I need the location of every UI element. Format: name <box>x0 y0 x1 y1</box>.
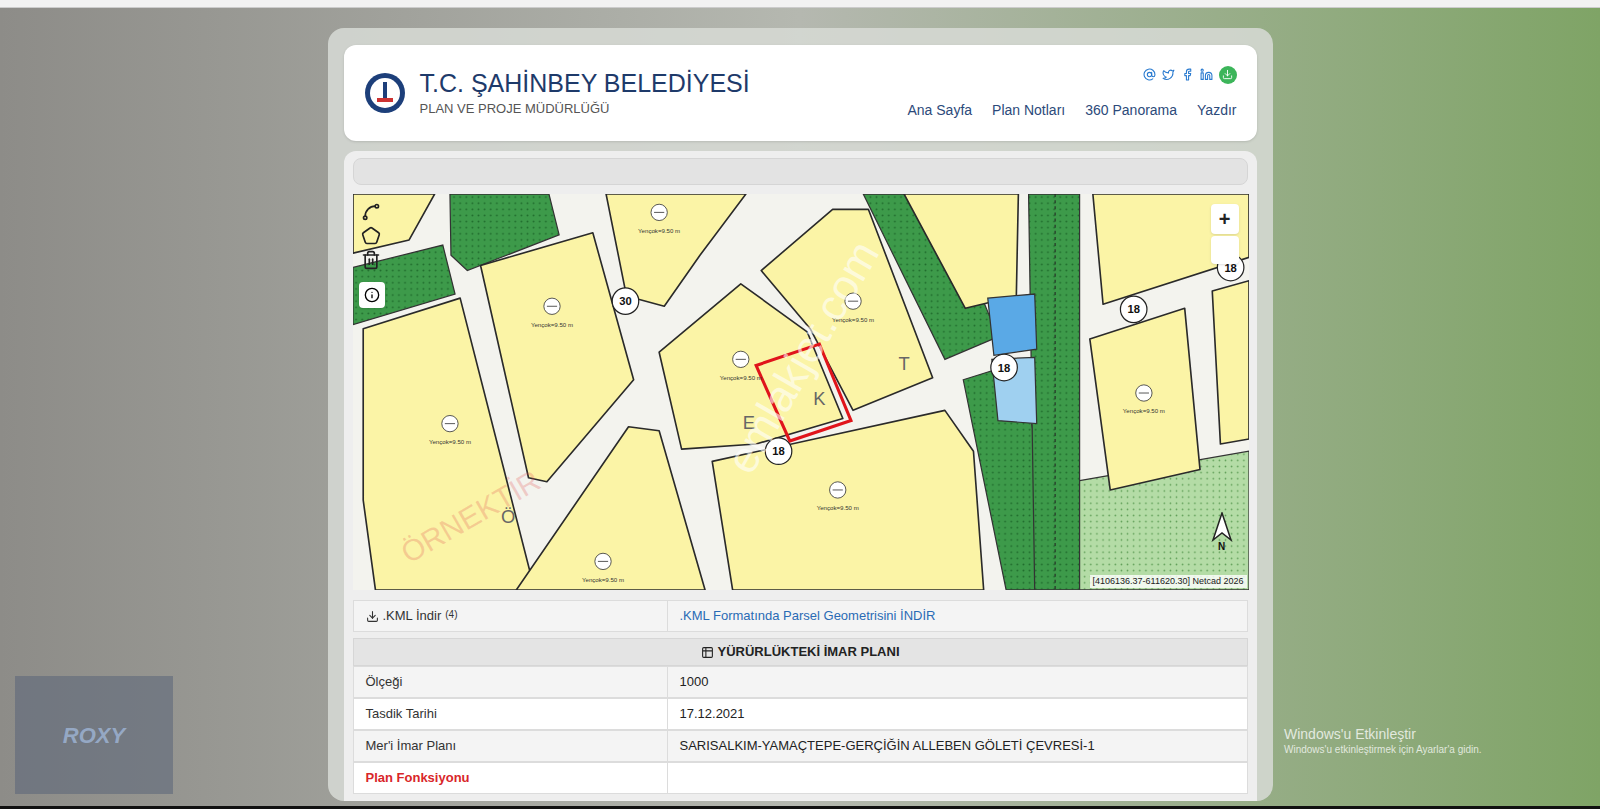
twitter-icon[interactable] <box>1162 68 1175 81</box>
road-width-label: 18 <box>990 354 1017 381</box>
toolbar-bar <box>353 158 1248 185</box>
svg-text:Yençok=9.50 m: Yençok=9.50 m <box>832 316 874 323</box>
road-width-label: 30 <box>612 288 639 315</box>
main-panel: T.C. ŞAHİNBEY BELEDİYESİPLAN VE PROJE MÜ… <box>328 28 1273 801</box>
block-label: Yençok=9.50 m <box>832 293 874 323</box>
nav-link[interactable]: Plan Notları <box>992 100 1065 121</box>
svg-text:Yençok=9.50 m: Yençok=9.50 m <box>1122 407 1164 414</box>
browser-strip <box>0 0 1600 8</box>
block-label: Yençok=9.50 m <box>1122 385 1164 415</box>
nav-link[interactable]: 360 Panorama <box>1085 100 1177 121</box>
residential-block <box>516 427 705 590</box>
residential-block <box>904 194 1018 308</box>
svg-text:Yençok=9.50 m: Yençok=9.50 m <box>581 576 623 583</box>
os-activation-notice: Windows'u EtkinleştirWindows'u etkinleşt… <box>1284 726 1482 756</box>
block-label: Yençok=9.50 m <box>581 553 623 583</box>
street-letter: Ö <box>500 506 514 527</box>
street-letter: E <box>742 412 754 433</box>
svg-text:18: 18 <box>1127 303 1139 315</box>
north-arrow-icon <box>1207 512 1237 542</box>
zoning-map[interactable]: Yençok=9.50 m Yençok=9.50 m Yençok=9.50 m Y… <box>353 194 1249 590</box>
page: T.C. ŞAHİNBEY BELEDİYESİPLAN VE PROJE MÜ… <box>0 0 1600 809</box>
residential-block <box>1089 308 1199 490</box>
svg-text:18: 18 <box>997 362 1009 374</box>
svg-text:30: 30 <box>619 295 631 307</box>
block-label: Yençok=9.50 m <box>719 351 761 381</box>
north-arrow: N <box>1205 512 1239 558</box>
site-subtitle: PLAN VE PROJE MÜDÜRLÜĞÜ <box>420 99 750 119</box>
row-value[interactable]: .KML Formatında Parsel Geometrisini İNDİ… <box>668 601 1247 631</box>
map-canvas[interactable]: Yençok=9.50 m Yençok=9.50 m Yençok=9.50 m Y… <box>353 194 1249 590</box>
table-row: Plan Fonksiyonu <box>353 762 1248 794</box>
svg-text:Yençok=9.50 m: Yençok=9.50 m <box>719 374 761 381</box>
table-row: Mer'i İmar PlanıSARISALKIM-YAMAÇTEPE-GER… <box>353 730 1248 762</box>
table-icon <box>701 646 714 659</box>
content-card: Yençok=9.50 m Yençok=9.50 m Yençok=9.50 m Y… <box>344 151 1257 801</box>
overlay-logo: ROXY <box>15 676 173 794</box>
municipality-logo-icon[interactable] <box>364 72 406 114</box>
table-row: .KML İndir(4).KML Formatında Parsel Geom… <box>353 600 1248 632</box>
residential-block <box>712 410 983 590</box>
street-letter: K <box>813 388 826 409</box>
block-label: Yençok=9.50 m <box>428 415 470 445</box>
residential-block <box>761 209 932 410</box>
svg-text:Yençok=9.50 m: Yençok=9.50 m <box>816 504 858 511</box>
watermark: ÖRNEKTİR <box>392 458 549 574</box>
street-letter: T <box>898 353 909 374</box>
svg-text:18: 18 <box>772 445 784 457</box>
svg-text:Yençok=9.50 m: Yençok=9.50 m <box>638 227 680 234</box>
header-card: T.C. ŞAHİNBEY BELEDİYESİPLAN VE PROJE MÜ… <box>344 45 1257 141</box>
coordinates: [4106136.37-611620.30] Netcad 2026 <box>1090 575 1247 589</box>
selected-parcel[interactable] <box>756 344 851 441</box>
svg-text:Yençok=9.50 m: Yençok=9.50 m <box>530 321 572 328</box>
download-icon <box>1222 69 1233 80</box>
nav-link[interactable]: Ana Sayfa <box>907 100 972 121</box>
block-label: Yençok=9.50 m <box>530 298 572 328</box>
residential-block <box>353 194 435 253</box>
zoom-controls: + <box>1211 204 1239 264</box>
facebook-icon[interactable] <box>1181 68 1194 81</box>
row-value: 17.12.2021 <box>668 699 1247 729</box>
row-value: SARISALKIM-YAMAÇTEPE-GERÇİĞİN ALLEBEN GÖ… <box>668 731 1247 761</box>
block-label: Yençok=9.50 m <box>638 204 680 234</box>
zoom-in-button[interactable]: + <box>1211 204 1239 234</box>
download-icon <box>366 610 379 623</box>
trash-icon[interactable] <box>361 250 381 270</box>
social-links <box>1143 66 1237 84</box>
row-label: Plan Fonksiyonu <box>354 763 668 793</box>
row-label: .KML İndir(4) <box>354 601 668 631</box>
watermark: emlakjet.com <box>709 228 896 485</box>
info-icon <box>364 287 380 303</box>
parcel-table: .KML İndir(4).KML Formatında Parsel Geom… <box>353 600 1248 794</box>
section-header: YÜRÜRLÜKTEKİ İMAR PLANI <box>353 638 1248 666</box>
map-tools <box>361 202 381 270</box>
residential-block <box>480 233 633 482</box>
nav: Ana Sayfa Plan Notları 360 Panorama Yazdır <box>907 100 1236 121</box>
zoom-out-button[interactable] <box>1211 236 1239 264</box>
email-icon[interactable] <box>1143 68 1156 81</box>
download-app-button[interactable] <box>1219 66 1237 84</box>
draw-line-icon[interactable] <box>361 202 381 222</box>
taskbar-edge <box>0 806 1600 809</box>
block-label: Yençok=9.50 m <box>816 482 858 512</box>
table-row: Tasdik Tarihi17.12.2021 <box>353 698 1248 730</box>
row-value <box>668 763 1247 793</box>
table-row: Ölçeği1000 <box>353 666 1248 698</box>
public-area <box>987 294 1036 355</box>
road-width-label: 18 <box>1120 296 1147 323</box>
linkedin-icon[interactable] <box>1200 68 1213 81</box>
row-label: Mer'i İmar Planı <box>354 731 668 761</box>
row-value: 1000 <box>668 667 1247 697</box>
svg-text:Yençok=9.50 m: Yençok=9.50 m <box>428 438 470 445</box>
info-button[interactable] <box>359 282 385 308</box>
road-width-label: 18 <box>765 438 792 465</box>
residential-block <box>1212 281 1249 444</box>
site-title: T.C. ŞAHİNBEY BELEDİYESİ <box>420 68 750 99</box>
row-label: Tasdik Tarihi <box>354 699 668 729</box>
nav-link[interactable]: Yazdır <box>1197 100 1236 121</box>
draw-polygon-icon[interactable] <box>361 226 381 246</box>
row-label: Ölçeği <box>354 667 668 697</box>
